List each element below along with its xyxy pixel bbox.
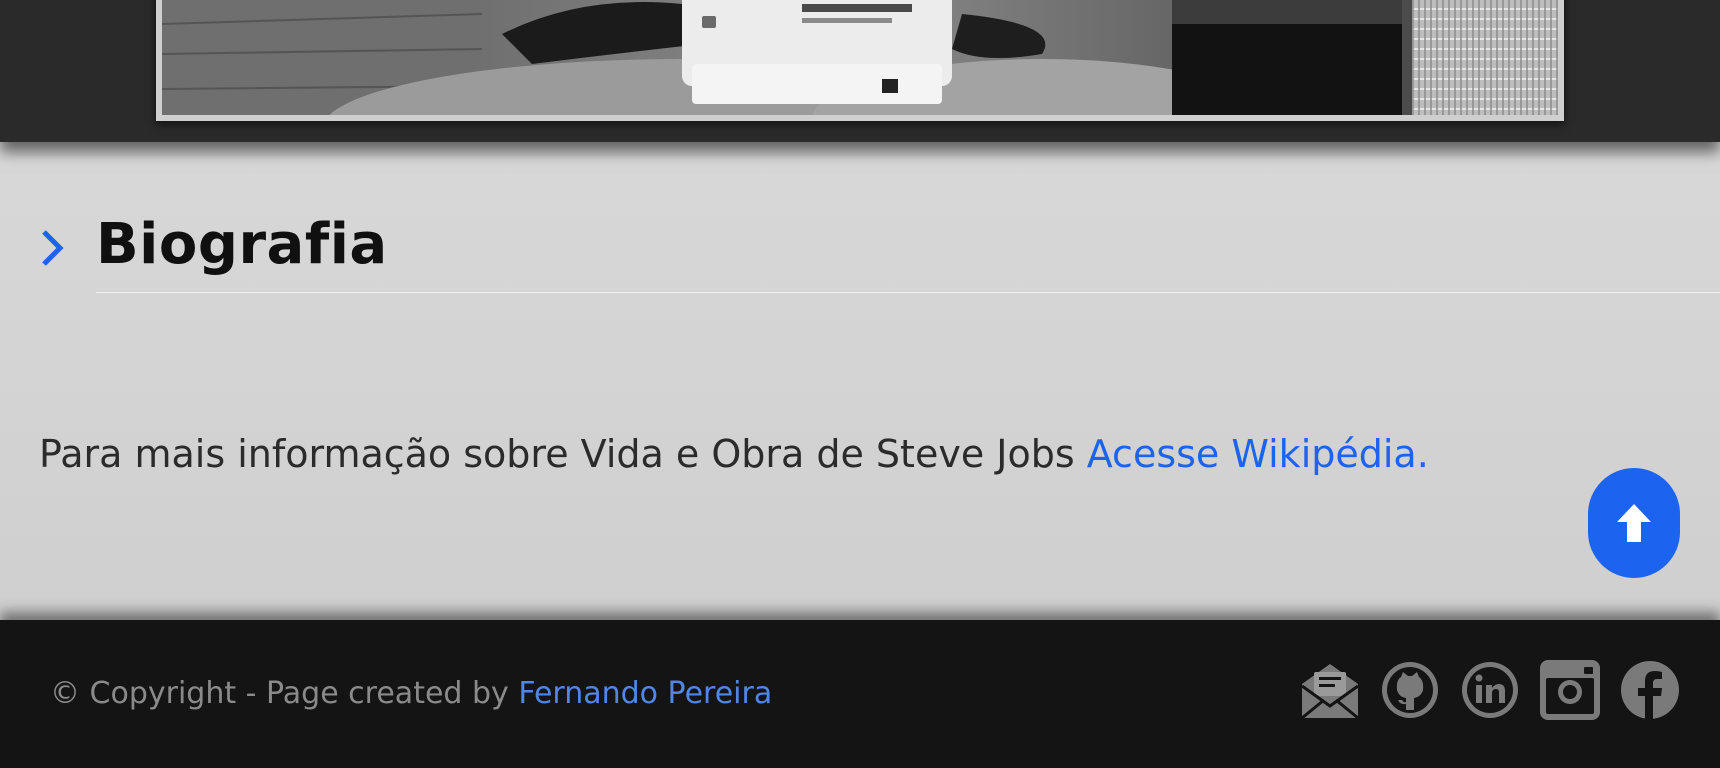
linkedin-icon[interactable] [1460, 660, 1520, 720]
footer: © Copyright - Page created by Fernando P… [0, 620, 1720, 768]
section-header: Biografia [38, 212, 1720, 278]
biography-section: Biografia Para mais informação sobre Vid… [0, 142, 1720, 620]
author-link[interactable]: Fernando Pereira [518, 676, 772, 711]
hero-band [0, 0, 1720, 142]
copyright-text: © Copyright - Page created by [50, 676, 519, 711]
arrow-up-icon [1617, 504, 1651, 542]
chevron-right-icon [42, 230, 64, 266]
hero-photo-frame [156, 0, 1564, 121]
section-title: Biografia [96, 212, 388, 277]
back-to-top-button[interactable] [1588, 468, 1680, 578]
info-text: Para mais informação sobre Vida e Obra d… [39, 432, 1087, 476]
instagram-icon[interactable] [1540, 660, 1600, 720]
facebook-icon[interactable] [1620, 660, 1680, 720]
hero-photo-illustration [162, 0, 1558, 115]
github-icon[interactable] [1380, 660, 1440, 720]
wikipedia-link[interactable]: Acesse Wikipédia. [1087, 432, 1429, 476]
hero-photo [162, 0, 1558, 115]
mail-icon[interactable] [1300, 660, 1360, 720]
copyright: © Copyright - Page created by Fernando P… [50, 676, 772, 711]
title-divider [96, 292, 1720, 293]
info-paragraph: Para mais informação sobre Vida e Obra d… [39, 432, 1429, 476]
